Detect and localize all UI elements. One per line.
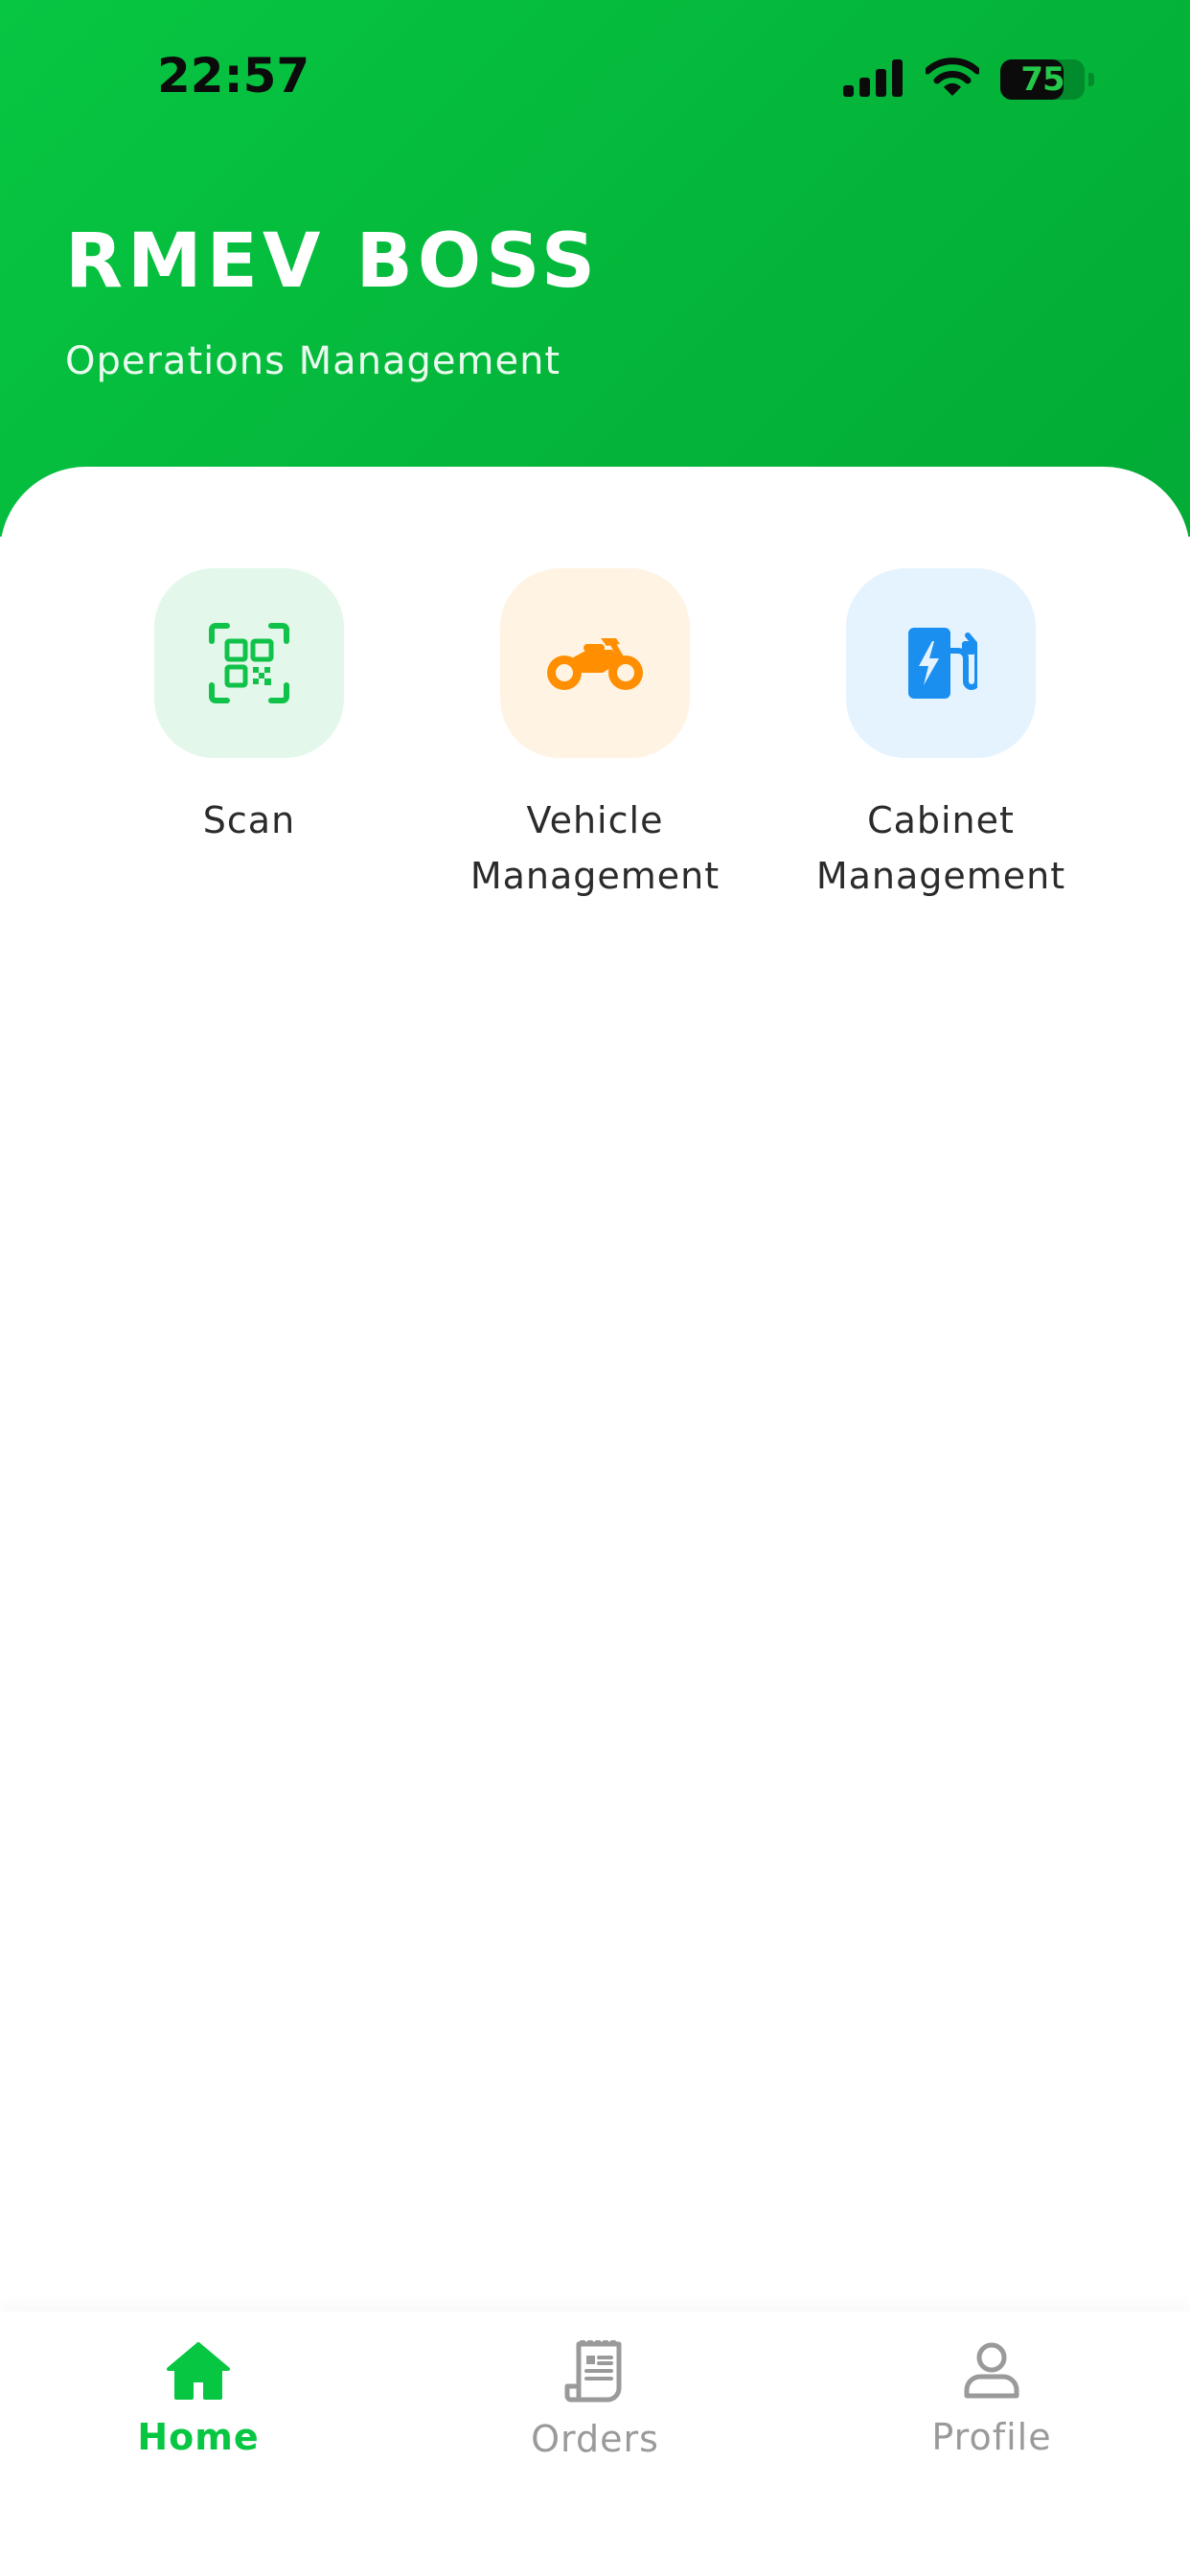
battery-cap (1088, 73, 1094, 86)
content-card: Scan Vehicle Management Cabinet Manageme… (0, 467, 1190, 2312)
user-icon (961, 2340, 1022, 2406)
tab-home[interactable]: Home (55, 2340, 342, 2458)
app-subtitle: Operations Management (65, 339, 561, 383)
tab-home-label: Home (137, 2416, 260, 2458)
cabinet-management-button[interactable]: Cabinet Management (797, 568, 1085, 904)
battery-percentage: 75 (1020, 60, 1064, 99)
scan-tile[interactable] (154, 568, 344, 758)
cabinet-management-tile[interactable] (846, 568, 1036, 758)
cabinet-management-label: Cabinet Management (815, 799, 1066, 897)
battery-icon: 75 (1000, 59, 1094, 100)
status-icons: 75 (843, 56, 1094, 104)
motorcycle-icon (545, 632, 645, 694)
vehicle-management-tile[interactable] (500, 568, 690, 758)
header: 22:57 75 RMEV BOSS Operations Management (0, 0, 1190, 537)
home-icon (165, 2340, 232, 2406)
charging-station-icon (904, 622, 977, 704)
signal-icon (843, 58, 904, 102)
home-screen: 22:57 75 RMEV BOSS Operations Management… (0, 0, 1190, 2576)
tab-orders-label: Orders (531, 2418, 659, 2460)
tab-profile[interactable]: Profile (848, 2340, 1135, 2458)
receipt-icon (563, 2337, 627, 2408)
tab-profile-label: Profile (931, 2416, 1052, 2458)
vehicle-management-button[interactable]: Vehicle Management (451, 568, 739, 904)
bottom-tab-bar: Home Orders Profile (0, 2312, 1190, 2576)
vehicle-management-label: Vehicle Management (469, 799, 721, 897)
qr-scan-icon (208, 622, 290, 704)
scan-button[interactable]: Scan (105, 568, 393, 848)
wifi-icon (924, 57, 981, 103)
status-time: 22:57 (157, 48, 310, 104)
app-title: RMEV BOSS (65, 218, 601, 305)
status-bar: 22:57 75 (0, 0, 1190, 153)
scan-label: Scan (202, 799, 296, 841)
tab-orders[interactable]: Orders (451, 2337, 739, 2460)
